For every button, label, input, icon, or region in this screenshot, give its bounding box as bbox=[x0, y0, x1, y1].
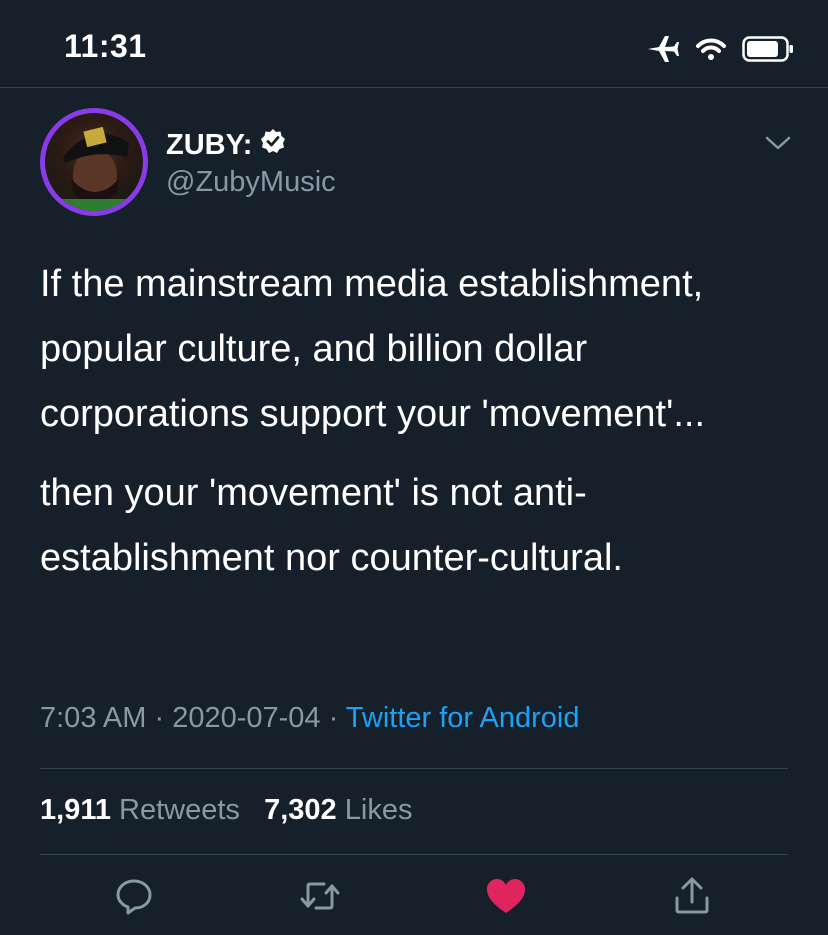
display-name-text: ZUBY: bbox=[166, 128, 253, 161]
display-name[interactable]: ZUBY: bbox=[166, 128, 286, 162]
divider bbox=[40, 768, 788, 769]
verified-badge-icon bbox=[260, 128, 286, 162]
avatar-photo bbox=[45, 113, 143, 211]
tweet-source-link[interactable]: Twitter for Android bbox=[346, 702, 580, 734]
retweet-button[interactable] bbox=[298, 876, 342, 920]
airplane-icon bbox=[646, 34, 680, 69]
retweets-count: 1,911 bbox=[40, 794, 111, 826]
status-time: 11:31 bbox=[64, 28, 147, 64]
reply-button[interactable] bbox=[112, 876, 156, 920]
likes-label: Likes bbox=[344, 794, 413, 826]
tweet-stats: 1,911 Retweets 7,302 Likes bbox=[40, 794, 412, 827]
meta-separator: · bbox=[320, 702, 346, 734]
likes-count: 7,302 bbox=[264, 794, 337, 826]
reply-icon bbox=[114, 876, 154, 921]
handle[interactable]: @ZubyMusic bbox=[166, 166, 336, 199]
retweets-stat[interactable]: 1,911 Retweets bbox=[40, 794, 240, 826]
action-bar bbox=[0, 868, 828, 935]
meta-separator: · bbox=[146, 702, 173, 734]
status-icons bbox=[646, 34, 794, 69]
tweet-date: 2020-07-04 bbox=[172, 702, 321, 734]
status-bar: 11:31 bbox=[0, 0, 828, 88]
wifi-icon bbox=[696, 37, 726, 66]
like-icon bbox=[485, 876, 527, 921]
divider bbox=[40, 854, 788, 855]
retweet-icon bbox=[298, 876, 342, 921]
tweet-time: 7:03 AM bbox=[40, 702, 147, 734]
share-button[interactable] bbox=[670, 876, 714, 920]
share-icon bbox=[672, 876, 712, 921]
tweet-paragraph-1: If the mainstream media establishment, p… bbox=[40, 263, 706, 435]
chevron-down-icon[interactable] bbox=[764, 134, 792, 157]
like-button[interactable] bbox=[484, 876, 528, 920]
likes-stat[interactable]: 7,302 Likes bbox=[264, 794, 412, 826]
retweets-label: Retweets bbox=[119, 794, 240, 826]
battery-icon bbox=[742, 36, 794, 67]
avatar[interactable] bbox=[40, 108, 148, 216]
tweet-meta: 7:03 AM · 2020-07-04 · Twitter for Andro… bbox=[40, 702, 580, 735]
tweet-text: If the mainstream media establishment, p… bbox=[40, 252, 800, 591]
tweet-paragraph-2: then your 'movement' is not anti-establi… bbox=[40, 472, 623, 579]
